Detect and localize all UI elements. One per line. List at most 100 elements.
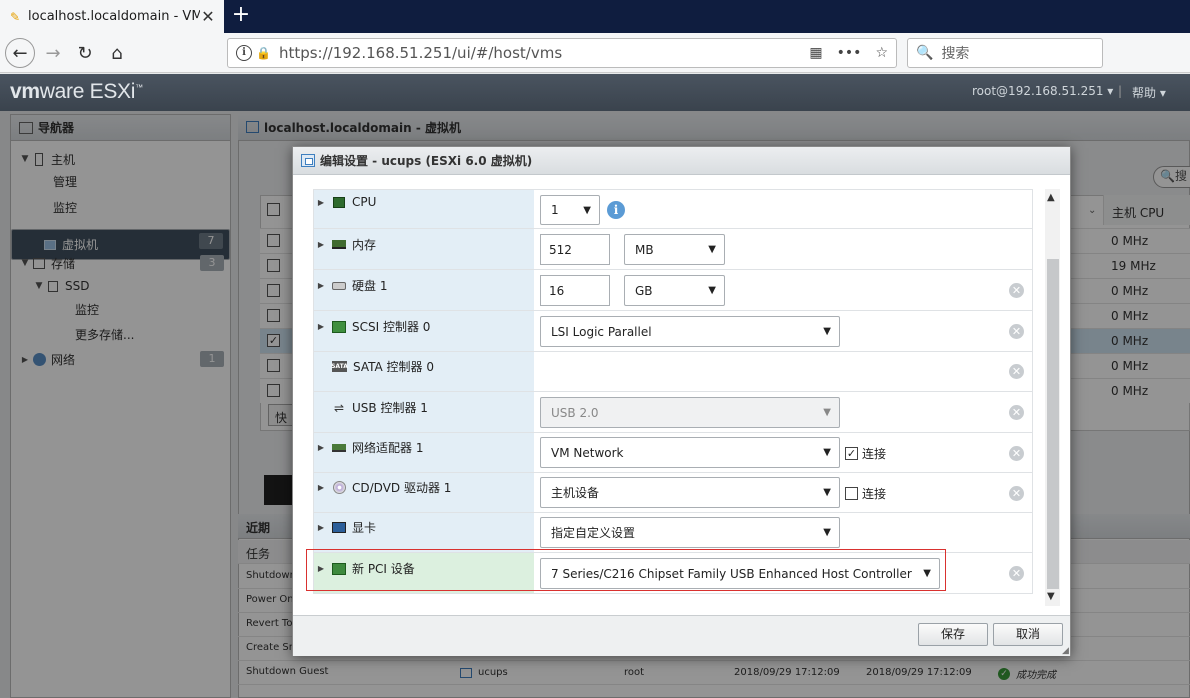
save-button[interactable]: 保存 (918, 623, 988, 646)
vmware-esxi-logo: vmware ESXi™ (10, 80, 143, 103)
cpu-icon (332, 196, 346, 208)
dropdown-arrow-icon: ▼ (708, 285, 716, 296)
hard-disk-icon (332, 280, 346, 292)
hw-label-network[interactable]: ▶ 网络适配器 1 (316, 439, 424, 456)
dropdown-arrow-icon: ▼ (823, 407, 831, 418)
checkbox-checked[interactable]: ✓ (845, 447, 858, 460)
dropdown-arrow-icon: ▼ (823, 487, 831, 498)
browser-search-input[interactable]: 🔍 搜索 (907, 38, 1103, 68)
dropdown-arrow-icon: ▼ (823, 447, 831, 458)
disk-size-input[interactable]: 16 (540, 275, 610, 306)
scroll-down-icon[interactable]: ▼ (1047, 591, 1055, 602)
site-info-icon[interactable]: i (236, 45, 252, 61)
address-url[interactable]: https://192.168.51.251/ui/#/host/vms (279, 44, 795, 62)
input-value: 512 (549, 242, 572, 257)
header-separator: | (1118, 84, 1123, 98)
select-value: USB 2.0 (551, 405, 599, 420)
hw-label-text: 硬盘 1 (352, 279, 388, 293)
cdrom-connect-checkbox[interactable]: 连接 (845, 485, 886, 502)
disk-unit-select[interactable]: GB ▼ (624, 275, 725, 306)
hw-label-disk[interactable]: ▶ 硬盘 1 (316, 277, 388, 294)
hw-label-video[interactable]: ▶ 显卡 (316, 519, 376, 536)
scroll-up-icon[interactable]: ▲ (1047, 192, 1055, 203)
memory-unit-select[interactable]: MB ▼ (624, 234, 725, 265)
remove-sata-icon[interactable]: ✕ (1009, 364, 1024, 379)
browser-tab[interactable]: ✎ localhost.localdomain - VMw ✕ (0, 0, 224, 33)
hw-label-text: CPU (352, 195, 377, 209)
hw-label-cpu[interactable]: ▶ CPU (316, 195, 376, 209)
scrollbar-thumb[interactable] (1047, 259, 1059, 589)
select-value: GB (635, 283, 653, 298)
remove-disk-icon[interactable]: ✕ (1009, 283, 1024, 298)
remove-scsi-icon[interactable]: ✕ (1009, 324, 1024, 339)
cdrom-select[interactable]: 主机设备 ▼ (540, 477, 840, 508)
sata-controller-icon: SATA (331, 361, 348, 372)
help-menu[interactable]: 帮助 ▾ (1132, 84, 1166, 101)
cpu-count-select[interactable]: 1 ▼ (540, 195, 600, 225)
remove-usb-icon[interactable]: ✕ (1009, 405, 1024, 420)
expand-arrow-icon[interactable]: ▶ (316, 523, 326, 532)
remove-pci-icon[interactable]: ✕ (1009, 566, 1024, 581)
video-settings-select[interactable]: 指定自定义设置 ▼ (540, 517, 840, 548)
user-menu[interactable]: root@192.168.51.251 ▾ (972, 84, 1113, 98)
reload-button[interactable]: ↻ (70, 38, 100, 68)
memory-size-input[interactable]: 512 (540, 234, 610, 265)
checkbox-label: 连接 (862, 487, 887, 501)
hw-label-text: CD/DVD 驱动器 1 (352, 481, 452, 495)
hw-label-text: 内存 (352, 238, 377, 252)
remove-cdrom-icon[interactable]: ✕ (1009, 486, 1024, 501)
cpu-info-icon[interactable]: i (607, 201, 625, 219)
close-tab-icon[interactable]: ✕ (200, 7, 216, 26)
dropdown-arrow-icon: ▼ (708, 244, 716, 255)
remove-network-icon[interactable]: ✕ (1009, 446, 1024, 461)
qr-code-icon[interactable]: ▦ (809, 45, 822, 61)
scsi-type-select[interactable]: LSI Logic Parallel ▼ (540, 316, 840, 347)
browser-search-placeholder: 搜索 (941, 46, 970, 62)
site-favicon-icon: ✎ (9, 9, 21, 24)
expand-arrow-icon[interactable]: ▶ (316, 483, 326, 492)
cd-dvd-icon (332, 481, 346, 494)
expand-arrow-icon[interactable]: ▶ (316, 281, 326, 290)
address-bar[interactable]: i 🔒 https://192.168.51.251/ui/#/host/vms… (227, 38, 897, 68)
insecure-lock-icon[interactable]: 🔒 (256, 46, 271, 60)
cancel-button[interactable]: 取消 (993, 623, 1063, 646)
usb-icon: ⇌ (333, 400, 345, 415)
select-value: 主机设备 (551, 486, 600, 500)
checkbox-label: 连接 (862, 447, 887, 461)
forward-button[interactable]: → (38, 38, 68, 68)
vm-settings-icon (301, 154, 315, 167)
page-actions-icon[interactable]: ••• (837, 45, 862, 61)
hw-label-sata: SATA SATA 控制器 0 (316, 358, 434, 375)
hw-label-memory[interactable]: ▶ 内存 (316, 236, 376, 253)
video-card-icon (332, 522, 346, 534)
expand-arrow-icon[interactable]: ▶ (316, 198, 326, 207)
checkbox-unchecked[interactable] (845, 487, 858, 500)
bookmark-star-icon[interactable]: ☆ (875, 45, 888, 61)
dialog-title-bar[interactable]: 编辑设置 - ucups (ESXi 6.0 虚拟机) (293, 147, 1070, 175)
pci-highlight-box (306, 549, 946, 591)
usb-type-select[interactable]: USB 2.0 ▼ (540, 397, 840, 428)
hw-label-cdrom[interactable]: ▶ CD/DVD 驱动器 1 (316, 479, 451, 496)
home-button[interactable]: ⌂ (102, 38, 132, 68)
select-value: 指定自定义设置 (551, 526, 636, 540)
dropdown-arrow-icon: ▼ (823, 527, 831, 538)
memory-icon (332, 239, 346, 251)
hw-row-cpu (313, 189, 1033, 229)
back-button[interactable]: ← (5, 38, 35, 68)
dropdown-arrow-icon: ▼ (583, 205, 591, 216)
hw-label-text: 显卡 (352, 521, 377, 535)
browser-tab-title: localhost.localdomain - VMw (28, 9, 200, 24)
new-tab-button[interactable]: + (230, 4, 252, 28)
expand-arrow-icon[interactable]: ▶ (316, 322, 326, 331)
network-select[interactable]: VM Network ▼ (540, 437, 840, 468)
hw-label-usb: ⇌ USB 控制器 1 (316, 399, 428, 416)
select-value: MB (635, 242, 654, 257)
resize-grip-icon[interactable]: ◢ (1062, 646, 1071, 656)
hw-label-scsi[interactable]: ▶ SCSI 控制器 0 (316, 318, 431, 335)
dialog-title: 编辑设置 - ucups (ESXi 6.0 虚拟机) (320, 154, 533, 168)
network-connect-checkbox[interactable]: ✓ 连接 (845, 445, 886, 462)
hw-label-text: 网络适配器 1 (352, 441, 424, 455)
input-value: 16 (549, 283, 565, 298)
expand-arrow-icon[interactable]: ▶ (316, 240, 326, 249)
expand-arrow-icon[interactable]: ▶ (316, 443, 326, 452)
